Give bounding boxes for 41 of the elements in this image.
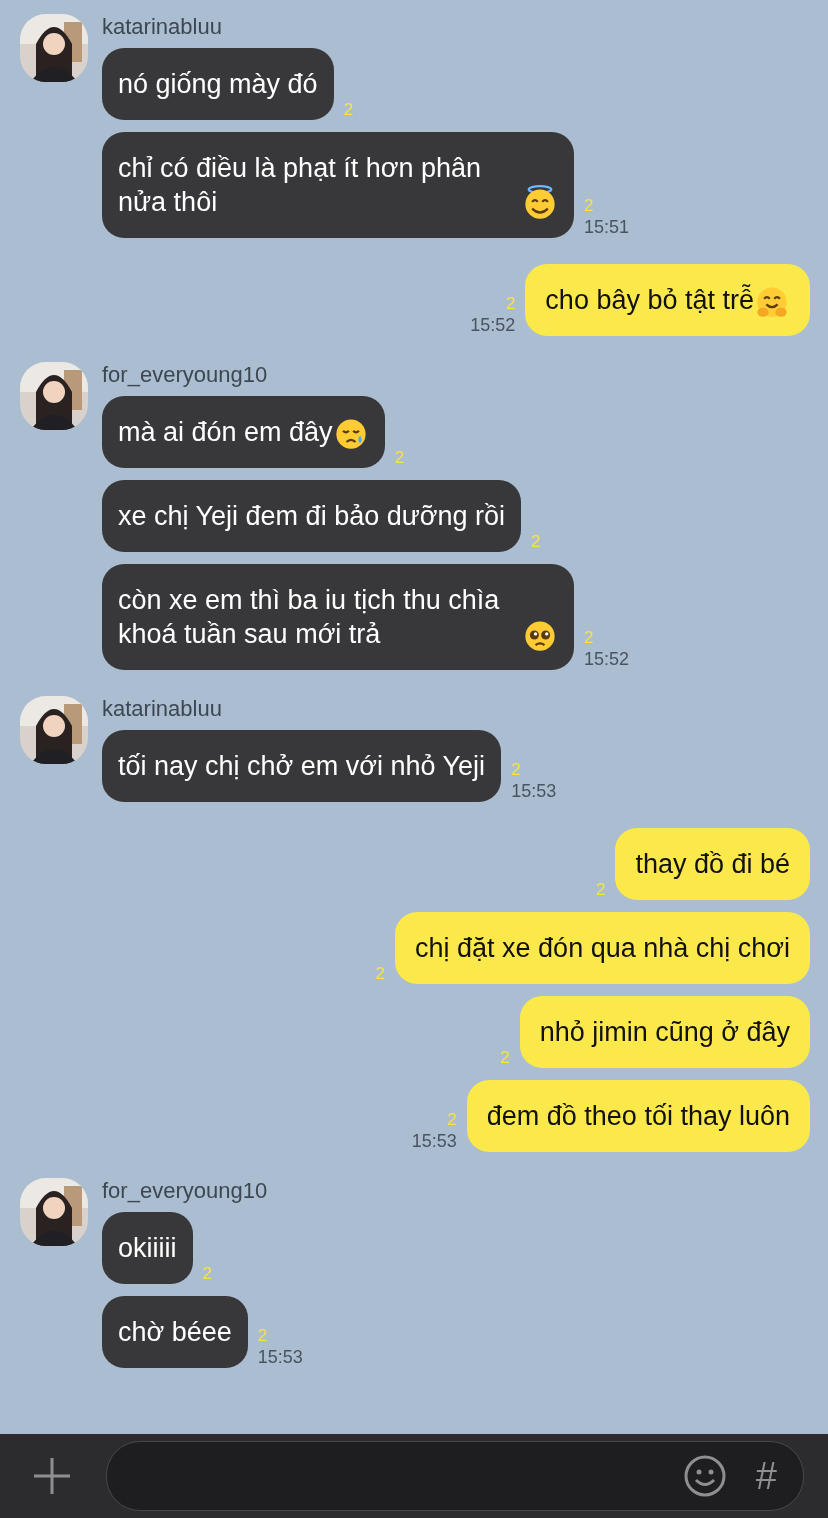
timestamp: 15:53 — [511, 780, 557, 802]
message-field[interactable]: # — [106, 1441, 804, 1511]
message-text: cho bây bỏ tật trễ — [545, 283, 754, 317]
message-text: tối nay chị chở em với nhỏ Yeji — [118, 750, 486, 783]
message-text: nhỏ jimin cũng ở đây — [539, 1016, 790, 1049]
message-text: chỉ có điều là phạt ít hơn phân nửa thôi — [118, 152, 482, 219]
unread-count: 2 — [447, 1110, 457, 1130]
timestamp: 15:52 — [470, 314, 516, 336]
smiley-icon[interactable] — [683, 1455, 726, 1497]
unread-count: 2 — [500, 1048, 510, 1068]
message-text: thay đồ đi bé — [635, 848, 790, 881]
message-text: còn xe em thì ba iu tịch thu chìa khoá tuần sau mới trả — [118, 584, 501, 651]
unread-count: 2 — [511, 760, 521, 780]
sender-name: katarinabluu — [102, 14, 223, 40]
unread-count: 2 — [375, 964, 386, 984]
unread-count: 2 — [531, 532, 541, 552]
unread-count: 2 — [505, 294, 516, 314]
sender-name: for_everyoung10 — [102, 1178, 269, 1204]
unread-count: 2 — [595, 880, 606, 900]
message-text: okiiiii — [118, 1232, 177, 1265]
plus-icon[interactable] — [32, 1456, 72, 1496]
message-text: chờ béee — [118, 1316, 232, 1349]
message-text: nó giống mày đó — [118, 68, 318, 101]
message-text: xe chị Yeji đem đi bảo dưỡng rồi — [118, 500, 506, 533]
message-text: đem đồ theo tối thay luôn — [486, 1100, 790, 1133]
unread-count: 2 — [394, 448, 405, 468]
sender-name: for_everyoung10 — [102, 362, 269, 388]
timestamp: 15:51 — [584, 216, 630, 238]
timestamp: 15:52 — [584, 648, 630, 670]
unread-count: 2 — [202, 1264, 212, 1284]
unread-count: 2 — [584, 196, 594, 216]
sender-name: katarinabluu — [102, 696, 223, 722]
timestamp: 15:53 — [411, 1130, 457, 1152]
timestamp: 15:53 — [257, 1346, 303, 1368]
halo-smiley-icon — [522, 185, 558, 221]
message-text: chị đặt xe đón qua nhà chị chơi — [415, 932, 790, 965]
unread-count: 2 — [584, 628, 594, 648]
unread-count: 2 — [343, 100, 354, 120]
hashtag-button[interactable]: # — [755, 1454, 777, 1498]
message-text: mà ai đón em đây — [118, 416, 333, 449]
unread-count: 2 — [257, 1326, 268, 1346]
